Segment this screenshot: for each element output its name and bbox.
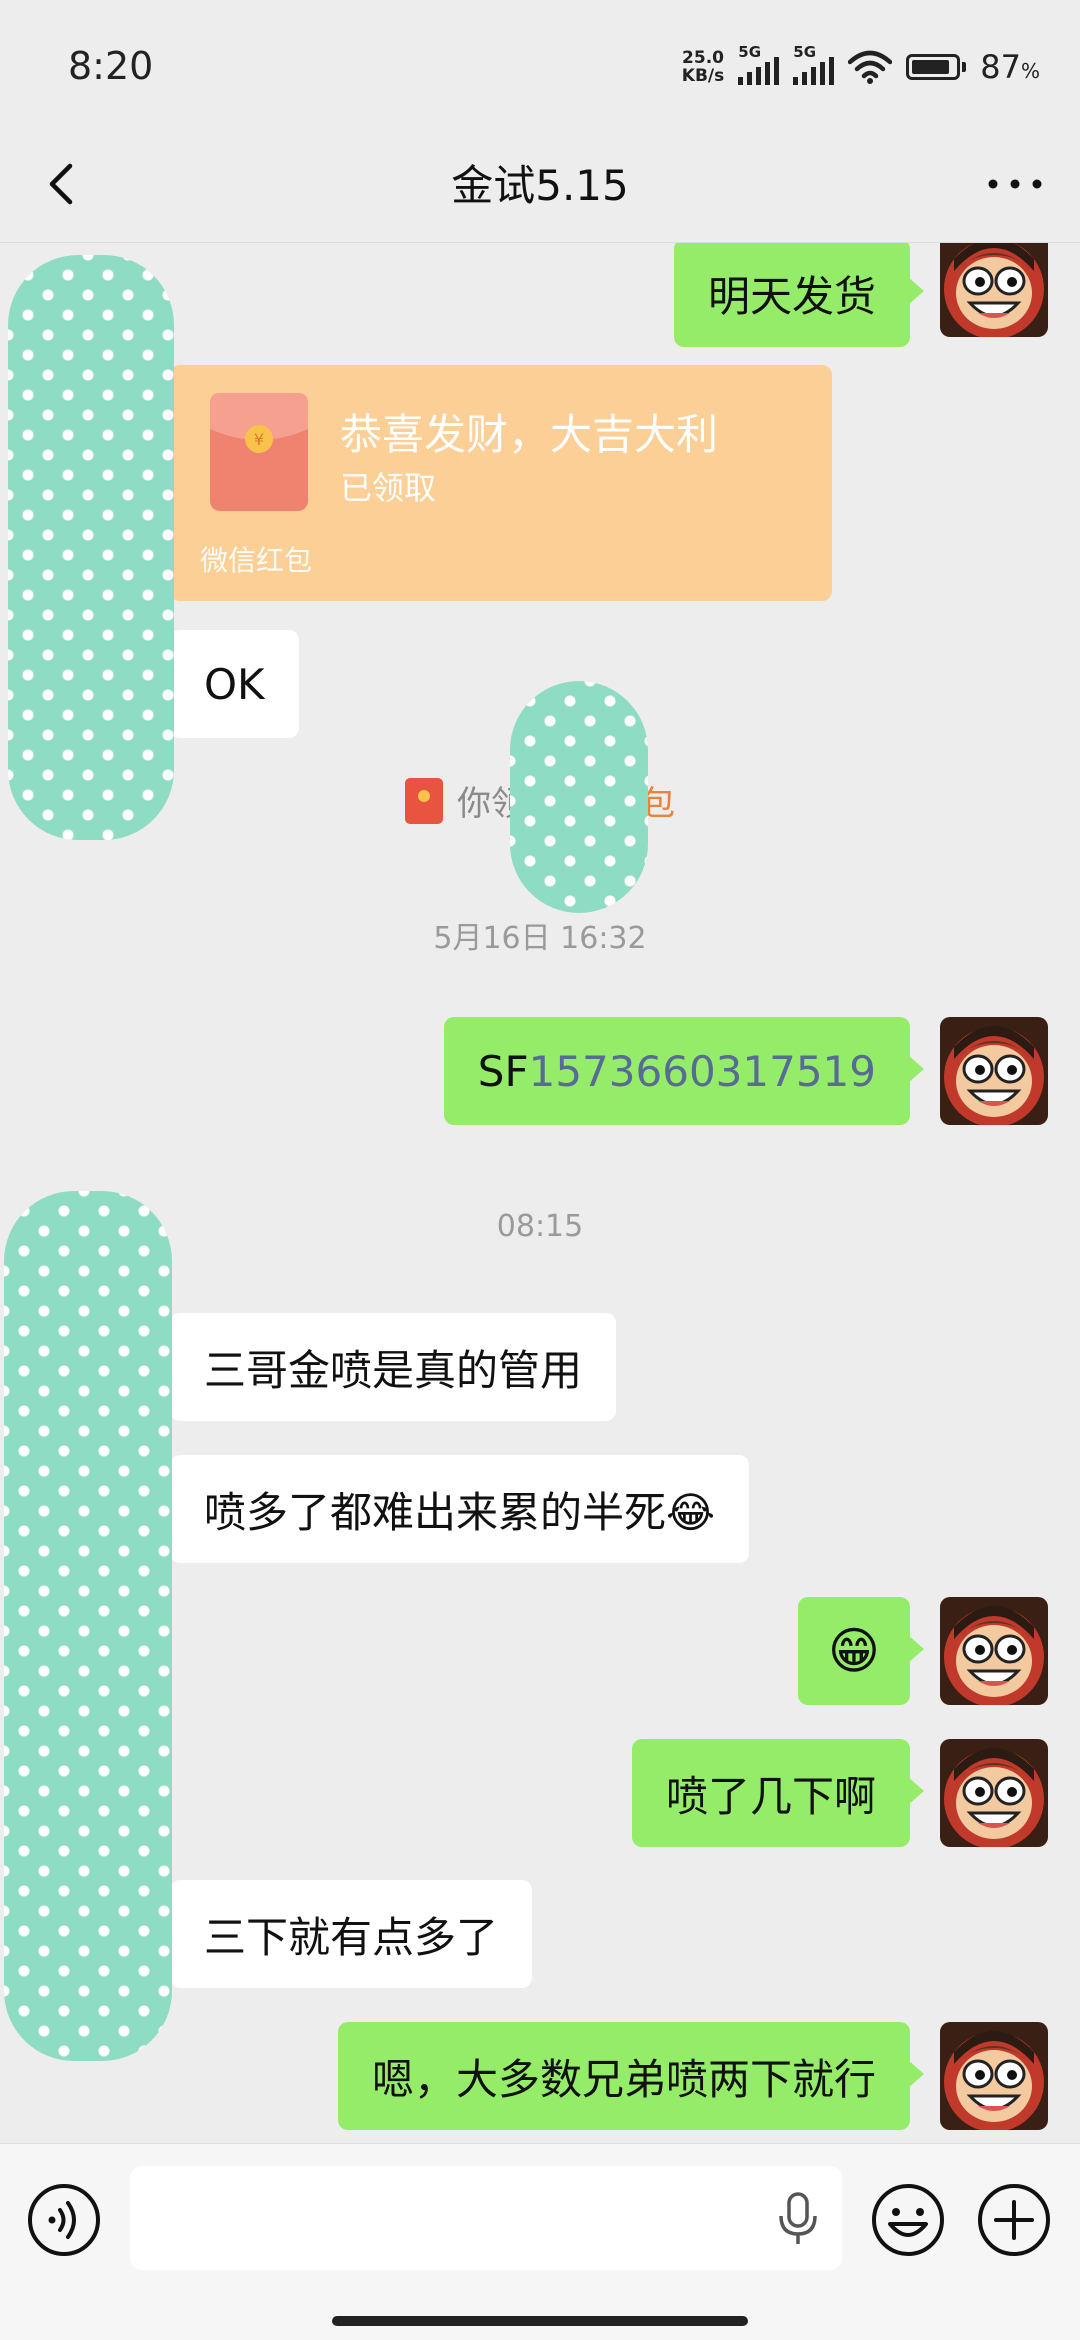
- battery-percent: 87%: [980, 48, 1040, 86]
- timestamp: 5月16日 16:32: [433, 921, 647, 956]
- message-text: 明天发货: [707, 271, 876, 321]
- voice-icon[interactable]: [26, 2182, 102, 2258]
- signal-sim1-icon: 5G: [738, 43, 780, 85]
- message-bubble-sent[interactable]: 嗯，大多数兄弟喷两下就行: [337, 2022, 925, 2130]
- chat-title: 金试5.15: [451, 161, 629, 210]
- status-bar: 8:20 25.0 KB/s 5G 5G 87%: [0, 0, 1080, 130]
- message-bubble-sent[interactable]: 喷了几下啊: [631, 1739, 925, 1847]
- red-envelope-icon: ¥: [210, 393, 308, 511]
- battery-icon: [906, 54, 967, 80]
- status-time: 8:20: [68, 44, 154, 88]
- message-bubble-received[interactable]: OK: [156, 630, 299, 738]
- message-text: 三哥金喷是真的管用: [204, 1345, 583, 1395]
- message-text: 嗯，大多数兄弟喷两下就行: [371, 2054, 876, 2104]
- avatar[interactable]: [940, 1739, 1048, 1847]
- chat-header: 金试5.15: [0, 130, 1080, 243]
- network-speed-value: 25.0: [682, 48, 724, 68]
- redaction-mask: [510, 681, 648, 913]
- emoji-icon[interactable]: [870, 2182, 946, 2258]
- message-text: OK: [204, 659, 265, 709]
- red-packet-title: 恭喜发财，大吉大利: [340, 410, 719, 459]
- svg-text:¥: ¥: [254, 430, 264, 449]
- message-bubble-received[interactable]: 喷多了都难出来累的半死😂: [155, 1455, 750, 1563]
- red-envelope-icon: [405, 777, 443, 824]
- message-bubble-sent[interactable]: 明天发货: [673, 243, 925, 347]
- message-bubble-received[interactable]: 三哥金喷是真的管用: [155, 1313, 617, 1421]
- input-bar: [0, 2143, 1080, 2340]
- network-speed: 25.0 KB/s: [682, 49, 724, 85]
- message-text: 三下就有点多了: [204, 1912, 499, 1962]
- status-icons: 25.0 KB/s 5G 5G 87%: [682, 43, 1040, 86]
- red-packet-label: 微信红包: [200, 544, 313, 577]
- message-input[interactable]: [130, 2166, 842, 2270]
- avatar[interactable]: [940, 1597, 1048, 1705]
- message-text: SF: [477, 1046, 529, 1096]
- red-packet-card[interactable]: ¥ 恭喜发财，大吉大利 已领取 微信红包: [170, 365, 832, 601]
- red-packet-status: 已领取: [340, 469, 437, 507]
- message-emoji: 😁: [827, 1622, 880, 1680]
- more-button[interactable]: [980, 148, 1050, 220]
- redaction-mask: [4, 1191, 172, 2061]
- message-bubble-sent[interactable]: 😁: [797, 1597, 925, 1705]
- message-text: 喷多了都难出来累的半死😂: [204, 1487, 716, 1537]
- avatar[interactable]: [940, 2022, 1048, 2130]
- message-bubble-received[interactable]: 三下就有点多了: [155, 1880, 533, 1988]
- network-speed-unit: KB/s: [681, 66, 725, 86]
- redaction-mask: [8, 255, 174, 840]
- message-list[interactable]: 明天发货 ¥ 恭喜发财，大吉大利 已领取 微信红包 OK 你领取 的红包 5: [0, 243, 1080, 2143]
- tracking-number-link[interactable]: 1573660317519: [529, 1047, 876, 1096]
- sim2-label: 5G: [793, 43, 817, 61]
- avatar[interactable]: [940, 243, 1048, 337]
- microphone-icon[interactable]: [776, 2192, 820, 2246]
- message-bubble-sent[interactable]: SF 1573660317519: [443, 1017, 925, 1125]
- signal-sim2-icon: 5G: [793, 43, 835, 85]
- message-text: 喷了几下啊: [665, 1771, 876, 1821]
- sim1-label: 5G: [738, 43, 762, 61]
- home-indicator[interactable]: [332, 2316, 748, 2326]
- avatar[interactable]: [940, 1017, 1048, 1125]
- plus-circle-icon[interactable]: [976, 2182, 1052, 2258]
- wifi-icon: [848, 50, 893, 84]
